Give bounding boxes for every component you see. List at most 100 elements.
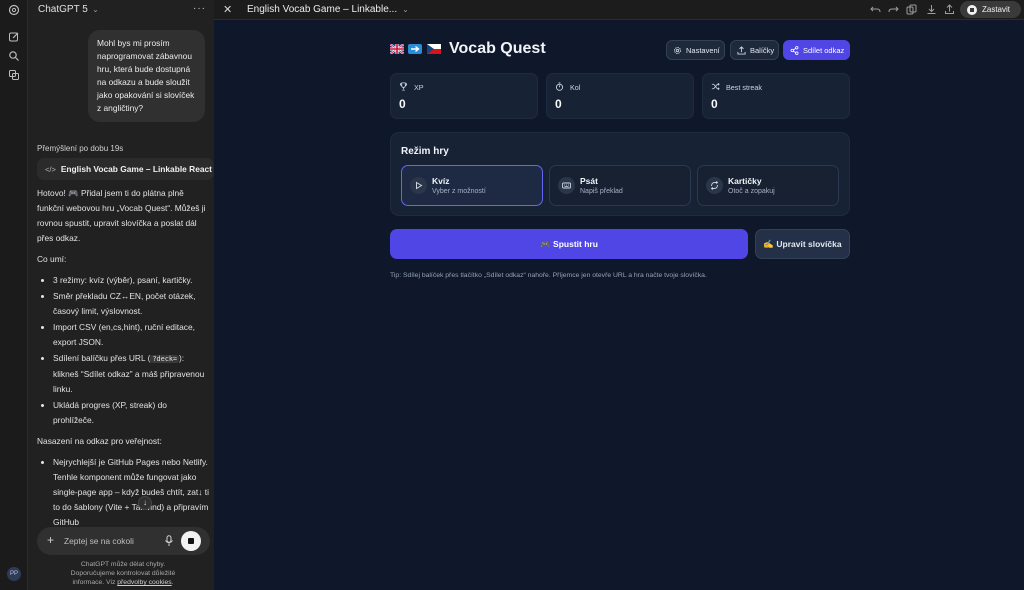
canvas-title[interactable]: English Vocab Game – Linkable... ⌄ (247, 4, 409, 15)
avatar[interactable]: PP (7, 567, 21, 581)
stat-label: XP (414, 83, 424, 92)
list-item: Směr překladu CZ↔EN, počet otázek, časov… (53, 289, 209, 319)
edit-words-button[interactable]: ✍️ Upravit slovíčka (755, 229, 850, 259)
mode-quiz[interactable]: Kvíz Vyber z možností (401, 165, 543, 206)
stop-icon (188, 538, 194, 544)
uk-flag-icon (390, 44, 404, 54)
library-icon[interactable] (8, 69, 20, 81)
mode-description: Napiš překlad (580, 188, 623, 195)
app-title-text: Vocab Quest (449, 40, 546, 57)
stop-label: Zastavit (982, 5, 1011, 14)
search-icon[interactable] (8, 50, 20, 62)
copy-icon[interactable] (906, 4, 917, 15)
play-icon (410, 177, 427, 194)
scroll-down-button[interactable]: ↓ (138, 496, 152, 510)
chat-composer[interactable]: + Zeptej se na cokoli (37, 527, 210, 555)
chat-header: ChatGPT 5 ⌄ ··· (28, 0, 214, 20)
mode-description: Vyber z možností (432, 188, 486, 195)
icon-rail: PP (0, 0, 28, 590)
list-item: Nejrychlejší je GitHub Pages nebo Netlif… (53, 455, 209, 530)
stat-label: Best streak (726, 83, 762, 92)
stop-icon (967, 4, 977, 15)
disclaimer-line: ChatGPT může dělat chyby. (80, 561, 166, 568)
chevron-down-icon: ⌄ (89, 5, 99, 14)
page-title: Vocab Quest (390, 40, 546, 58)
cookie-preferences-link[interactable]: předvolby cookies (117, 579, 171, 586)
flags-icon (390, 42, 445, 56)
canvas-title-text: English Vocab Game – Linkable... (247, 4, 398, 15)
close-icon[interactable]: ✕ (223, 3, 232, 16)
list-item: Sdílení balíčku přes URL (?deck=): klikn… (53, 351, 209, 397)
inline-code: ?deck= (150, 355, 180, 363)
more-options-button[interactable]: ··· (193, 3, 206, 14)
start-game-button[interactable]: 🎮 Spustit hru (390, 229, 748, 259)
decks-button[interactable]: Balíčky (730, 40, 779, 60)
composer-input[interactable]: Zeptej se na cokoli (64, 536, 134, 546)
decks-label: Balíčky (750, 46, 775, 55)
new-chat-icon[interactable] (8, 31, 20, 43)
assistant-reply: Hotovo! 🎮 Přidal jsem ti do plátna plně … (37, 186, 209, 536)
openai-logo-icon[interactable] (8, 4, 20, 16)
stat-value: 0 (399, 97, 406, 111)
list-item: 3 režimy: kvíz (výběr), psaní, kartičky. (53, 273, 209, 288)
download-icon[interactable] (926, 4, 937, 15)
chat-panel: ChatGPT 5 ⌄ ··· Mohl bys mi prosím napro… (28, 0, 214, 590)
reply-intro: Hotovo! 🎮 Přidal jsem ti do plátna plně … (37, 188, 206, 243)
plus-icon[interactable]: + (47, 533, 54, 547)
stat-card-rounds: Kol 0 (546, 73, 694, 119)
microphone-icon[interactable] (164, 535, 174, 547)
code-icon: </> (45, 165, 56, 174)
share-icon[interactable] (944, 4, 955, 15)
chevron-down-icon: ⌄ (402, 5, 409, 14)
share-label: Sdílet odkaz (803, 46, 845, 55)
share-nodes-icon (790, 46, 799, 55)
tip-text: Tip: Sdílej balíček přes tlačítko „Sdíle… (390, 272, 707, 279)
stat-value: 0 (711, 97, 718, 111)
stat-value: 0 (555, 97, 562, 111)
share-link-button[interactable]: Sdílet odkaz (783, 40, 850, 60)
features-heading: Co umí: (37, 254, 67, 264)
features-list: 3 režimy: kvíz (výběr), psaní, kartičky.… (45, 273, 209, 428)
arrow-right-icon (408, 44, 423, 54)
model-selector[interactable]: ChatGPT 5 ⌄ (38, 4, 99, 15)
czech-flag-icon (426, 44, 441, 54)
undo-icon[interactable] (870, 4, 881, 15)
timer-icon (555, 82, 564, 91)
redo-icon[interactable] (888, 4, 899, 15)
share-feature-prefix: Sdílení balíčku přes URL ( (53, 353, 151, 363)
game-mode-panel: Režim hry Kvíz Vyber z možností Psát Nap… (390, 132, 850, 216)
thinking-duration[interactable]: Přemýšlení po dobu 19s (37, 144, 123, 153)
canvas-document-chip[interactable]: </> English Vocab Game – Linkable React (37, 158, 214, 180)
deploy-heading: Nasazení na odkaz pro veřejnost: (37, 436, 162, 446)
mode-heading: Režim hry (401, 146, 449, 157)
stop-generating-button[interactable] (181, 531, 201, 551)
disclaimer-line: informace. Viz předvolby cookies. (37, 578, 209, 587)
settings-button[interactable]: Nastavení (666, 40, 725, 60)
user-message: Mohl bys mi prosím naprogramovat zábavno… (88, 30, 205, 122)
mode-title: Kvíz (432, 176, 450, 186)
mode-title: Kartičky (728, 176, 762, 186)
trophy-icon (399, 82, 408, 91)
shuffle-icon (711, 82, 720, 91)
upload-icon (737, 46, 746, 55)
stop-button[interactable]: Zastavit (960, 1, 1021, 18)
mode-flashcards[interactable]: Kartičky Otoč a zopakuj (697, 165, 839, 206)
canvas-toolbar: ✕ English Vocab Game – Linkable... ⌄ Zast… (214, 0, 1024, 20)
deploy-list: Nejrychlejší je GitHub Pages nebo Netlif… (45, 455, 209, 530)
keyboard-icon (558, 177, 575, 194)
stat-label: Kol (570, 83, 581, 92)
model-name: ChatGPT 5 (38, 4, 88, 15)
mode-description: Otoč a zopakuj (728, 188, 775, 195)
list-item: Import CSV (en,cs,hint), ruční editace, … (53, 320, 209, 350)
stat-card-best-streak: Best streak 0 (702, 73, 850, 119)
disclaimer: ChatGPT může dělat chyby. Doporučujeme k… (37, 560, 209, 587)
stat-card-xp: XP 0 (390, 73, 538, 119)
mode-write[interactable]: Psát Napiš překlad (549, 165, 691, 206)
disclaimer-prefix: informace. Viz (72, 579, 118, 586)
disclaimer-suffix: . (171, 579, 174, 586)
app-preview: Vocab Quest Nastavení Balíčky Sdílet odk… (214, 20, 1024, 590)
list-item: Ukládá progres (XP, streak) do prohlížeč… (53, 398, 209, 428)
canvas-chip-label: English Vocab Game – Linkable React (60, 164, 212, 174)
settings-label: Nastavení (686, 46, 720, 55)
flip-icon (706, 177, 723, 194)
